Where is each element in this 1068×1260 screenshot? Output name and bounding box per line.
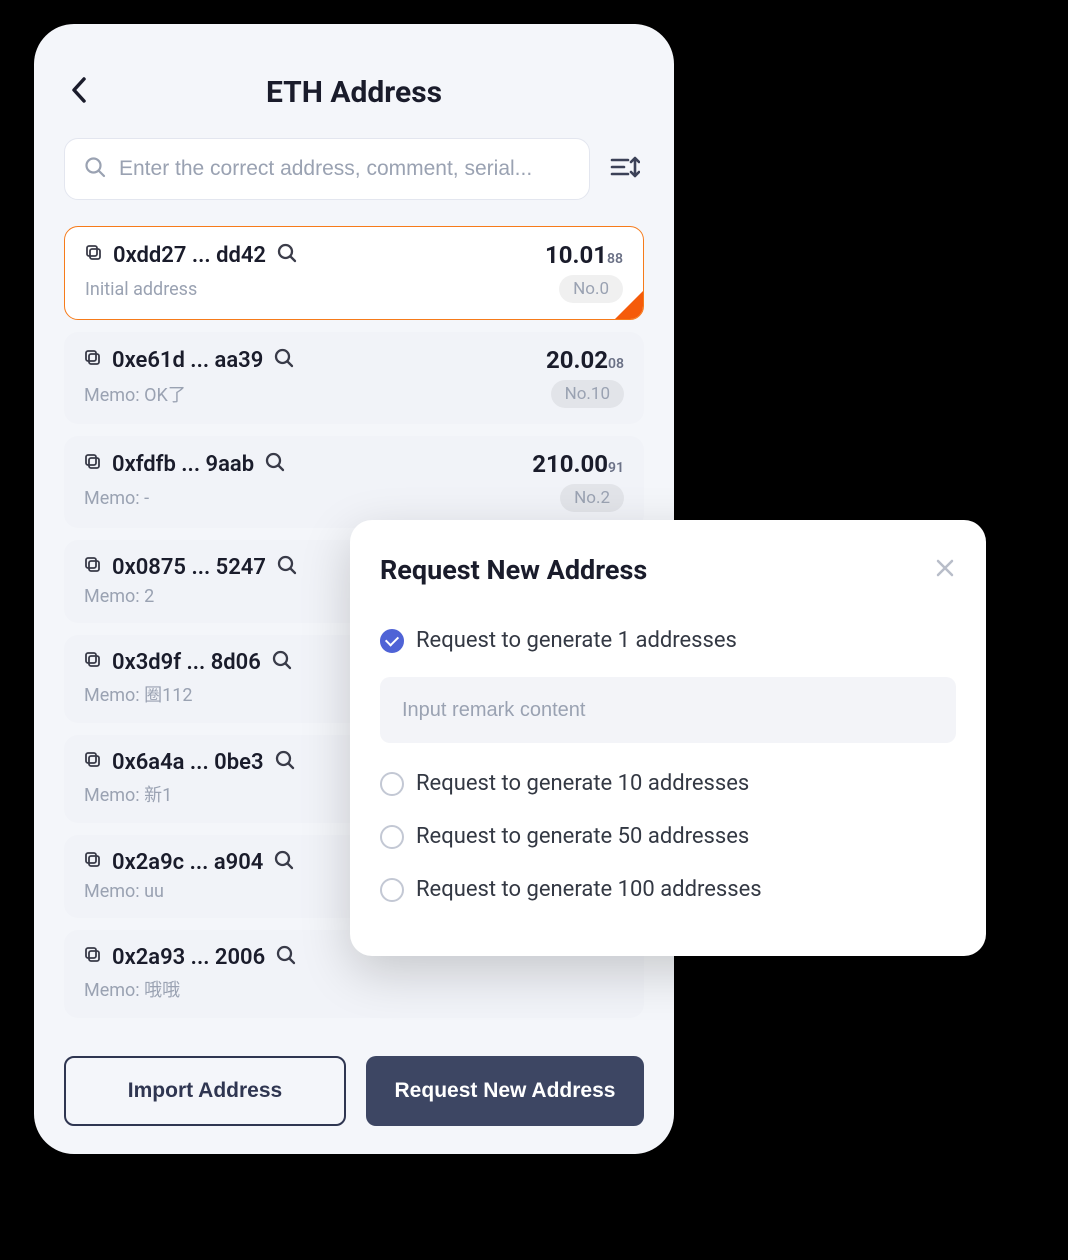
address-card[interactable]: 0xe61d ... aa39 20.0208 Memo: OK了 No.10	[64, 332, 644, 424]
memo-text: Memo: OK了	[84, 381, 186, 407]
lookup-icon[interactable]	[275, 944, 297, 970]
memo-text: Memo: 哦哦	[84, 976, 180, 1002]
memo-text: Memo: 圈112	[84, 681, 192, 707]
option-label: Request to generate 10 addresses	[416, 771, 749, 796]
request-new-address-modal: Request New Address Request to generate …	[350, 520, 986, 956]
memo-text: Memo: 新1	[84, 781, 172, 807]
modal-options: Request to generate 1 addresses Request t…	[380, 614, 956, 916]
generate-option[interactable]: Request to generate 10 addresses	[380, 757, 956, 810]
radio-icon[interactable]	[380, 825, 404, 849]
close-icon[interactable]	[934, 557, 956, 583]
modal-title: Request New Address	[380, 554, 647, 586]
copy-icon[interactable]	[84, 556, 102, 578]
generate-option[interactable]: Request to generate 50 addresses	[380, 810, 956, 863]
lookup-icon[interactable]	[273, 849, 295, 875]
address-text: 0x3d9f ... 8d06	[112, 650, 261, 675]
request-new-address-button[interactable]: Request New Address	[366, 1056, 644, 1126]
import-address-button[interactable]: Import Address	[64, 1056, 346, 1126]
address-card[interactable]: 0xdd27 ... dd42 10.0188 Initial address No.…	[64, 226, 644, 320]
address-text: 0xdd27 ... dd42	[113, 243, 266, 268]
balance: 10.0188	[545, 241, 623, 269]
search-box[interactable]	[64, 138, 590, 200]
lookup-icon[interactable]	[264, 451, 286, 477]
balance: 20.0208	[546, 346, 624, 374]
page-title: ETH Address	[64, 75, 644, 110]
search-row	[64, 138, 644, 200]
copy-icon[interactable]	[84, 349, 102, 371]
index-badge: No.2	[560, 484, 624, 512]
memo-text: Initial address	[85, 279, 197, 300]
modal-header: Request New Address	[380, 554, 956, 586]
radio-icon[interactable]	[380, 629, 404, 653]
address-text: 0x2a9c ... a904	[112, 850, 263, 875]
lookup-icon[interactable]	[276, 554, 298, 580]
copy-icon[interactable]	[84, 851, 102, 873]
index-badge: No.10	[551, 380, 624, 408]
selected-corner-icon	[615, 291, 643, 319]
generate-option[interactable]: Request to generate 100 addresses	[380, 863, 956, 916]
address-text: 0xe61d ... aa39	[112, 348, 263, 373]
copy-icon[interactable]	[84, 651, 102, 673]
lookup-icon[interactable]	[273, 347, 295, 373]
lookup-icon[interactable]	[276, 242, 298, 268]
radio-icon[interactable]	[380, 772, 404, 796]
memo-text: Memo: uu	[84, 881, 164, 902]
action-bar: Import Address Request New Address	[64, 1056, 644, 1126]
balance: 210.0091	[532, 450, 624, 478]
copy-icon[interactable]	[84, 453, 102, 475]
search-icon	[83, 155, 107, 183]
back-icon[interactable]	[70, 76, 88, 108]
sort-icon[interactable]	[606, 149, 644, 189]
lookup-icon[interactable]	[271, 649, 293, 675]
option-label: Request to generate 50 addresses	[416, 824, 749, 849]
copy-icon[interactable]	[85, 244, 103, 266]
address-text: 0x0875 ... 5247	[112, 555, 266, 580]
address-card[interactable]: 0xfdfb ... 9aab 210.0091 Memo: - No.2	[64, 436, 644, 528]
memo-text: Memo: -	[84, 488, 149, 509]
copy-icon[interactable]	[84, 946, 102, 968]
copy-icon[interactable]	[84, 751, 102, 773]
remark-input[interactable]	[380, 677, 956, 743]
index-badge: No.0	[559, 275, 623, 303]
option-label: Request to generate 1 addresses	[416, 628, 737, 653]
option-label: Request to generate 100 addresses	[416, 877, 762, 902]
search-input[interactable]	[119, 157, 571, 181]
address-text: 0x6a4a ... 0be3	[112, 750, 264, 775]
address-text: 0xfdfb ... 9aab	[112, 452, 254, 477]
generate-option[interactable]: Request to generate 1 addresses	[380, 614, 956, 667]
address-text: 0x2a93 ... 2006	[112, 945, 265, 970]
header: ETH Address	[64, 62, 644, 122]
lookup-icon[interactable]	[274, 749, 296, 775]
memo-text: Memo: 2	[84, 586, 154, 607]
radio-icon[interactable]	[380, 878, 404, 902]
